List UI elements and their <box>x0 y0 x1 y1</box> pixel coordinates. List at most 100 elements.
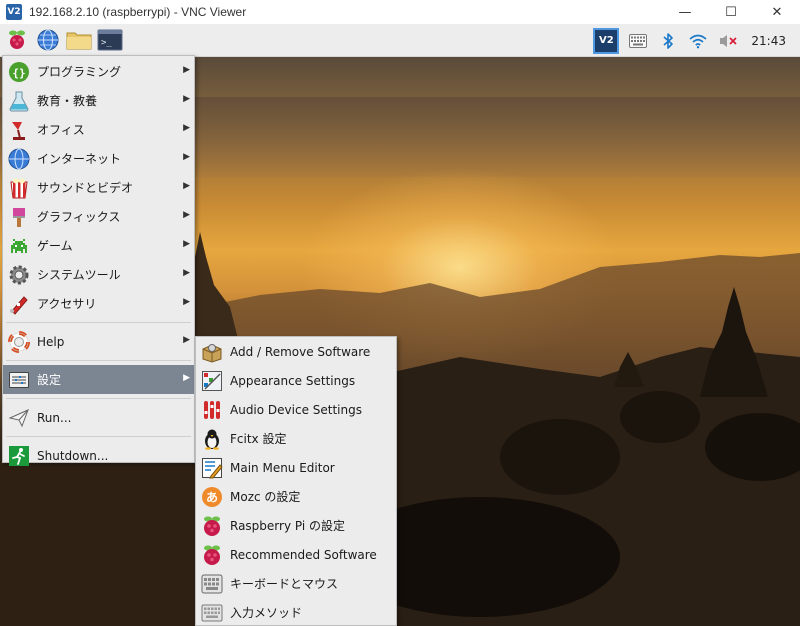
run-icon <box>7 406 31 430</box>
preferences-submenu: Add / Remove Software Appearance Setting… <box>195 336 397 626</box>
menu-item-programming[interactable]: {} プログラミング ▶ <box>3 57 194 86</box>
menu-item-sound-video[interactable]: サウンドとビデオ ▶ <box>3 173 194 202</box>
panel-clock[interactable]: 21:43 <box>743 34 800 48</box>
volume-tray[interactable] <box>713 24 743 57</box>
file-manager-launcher[interactable] <box>65 26 93 54</box>
menu-item-office[interactable]: オフィス ▶ <box>3 115 194 144</box>
menu-item-label: サウンドとビデオ <box>37 181 134 195</box>
main-menu-editor-icon <box>200 456 224 480</box>
svg-text:{}: {} <box>12 66 25 79</box>
submenu-item-label: Mozc の設定 <box>230 490 301 504</box>
window-title: 192.168.2.10 (raspberrypi) - VNC Viewer <box>29 5 247 19</box>
submenu-item-main-menu-editor[interactable]: Main Menu Editor <box>196 453 396 482</box>
menu-item-games[interactable]: ゲーム ▶ <box>3 231 194 260</box>
minimize-button[interactable]: — <box>662 0 708 24</box>
close-button[interactable]: ✕ <box>754 0 800 24</box>
menu-separator <box>6 398 191 399</box>
bluetooth-icon <box>663 32 674 49</box>
svg-text:あ: あ <box>206 490 218 504</box>
submenu-arrow-icon: ▶ <box>183 239 190 249</box>
terminal-launcher[interactable]: >_ <box>96 26 124 54</box>
add-remove-software-icon <box>200 340 224 364</box>
menu-item-shutdown[interactable]: Shutdown... <box>3 441 194 470</box>
accessories-icon <box>7 292 31 316</box>
menu-item-label: オフィス <box>37 123 85 137</box>
fcitx-penguin-icon <box>200 427 224 451</box>
keyboard-tray[interactable] <box>623 24 653 57</box>
games-icon <box>7 234 31 258</box>
office-icon <box>7 118 31 142</box>
submenu-item-label: キーボードとマウス <box>230 577 339 591</box>
help-icon <box>7 330 31 354</box>
submenu-item-keyboard-mouse[interactable]: キーボードとマウス <box>196 569 396 598</box>
menu-separator <box>6 436 191 437</box>
submenu-item-label: Fcitx 設定 <box>230 432 287 446</box>
vnc-server-tray[interactable]: V2 <box>593 24 623 57</box>
menu-item-run[interactable]: Run... <box>3 403 194 432</box>
menu-item-education[interactable]: 教育・教養 ▶ <box>3 86 194 115</box>
menu-item-label: Shutdown... <box>37 448 109 463</box>
submenu-arrow-icon: ▶ <box>183 152 190 162</box>
submenu-item-label: Main Menu Editor <box>230 460 335 475</box>
submenu-item-label: Appearance Settings <box>230 373 356 388</box>
menu-item-preferences[interactable]: 設定 ▶ <box>3 365 194 394</box>
raspberry-pi-config-icon <box>200 514 224 538</box>
wifi-icon <box>689 34 707 48</box>
internet-icon <box>7 147 31 171</box>
submenu-item-mozc-settings[interactable]: あ Mozc の設定 <box>196 482 396 511</box>
submenu-item-raspberry-pi-configuration[interactable]: Raspberry Pi の設定 <box>196 511 396 540</box>
volume-muted-icon <box>720 34 738 47</box>
submenu-arrow-icon: ▶ <box>183 123 190 133</box>
raspberry-menu-button[interactable] <box>3 26 31 54</box>
submenu-item-add-remove-software[interactable]: Add / Remove Software <box>196 337 396 366</box>
submenu-arrow-icon: ▶ <box>183 268 190 278</box>
menu-item-graphics[interactable]: グラフィックス ▶ <box>3 202 194 231</box>
wifi-tray[interactable] <box>683 24 713 57</box>
bluetooth-tray[interactable] <box>653 24 683 57</box>
vnc-viewer-logo-icon: V2 <box>6 4 22 20</box>
submenu-arrow-icon: ▶ <box>183 373 190 383</box>
submenu-item-recommended-software[interactable]: Recommended Software <box>196 540 396 569</box>
taskbar-panel: >_ V2 21:43 <box>0 24 800 57</box>
system-tray: V2 21:43 <box>593 24 800 57</box>
raspberry-menu-icon <box>9 30 25 49</box>
submenu-item-fcitx-settings[interactable]: Fcitx 設定 <box>196 424 396 453</box>
vnc-title-bar[interactable]: V2 192.168.2.10 (raspberrypi) - VNC View… <box>0 0 800 24</box>
submenu-item-label: Audio Device Settings <box>230 402 362 417</box>
menu-item-label: 設定 <box>37 373 62 387</box>
audio-device-settings-icon <box>200 398 224 422</box>
menu-item-label: Help <box>37 334 65 349</box>
menu-item-internet[interactable]: インターネット ▶ <box>3 144 194 173</box>
input-method-icon <box>200 601 224 625</box>
menu-item-accessories[interactable]: アクセサリ ▶ <box>3 289 194 318</box>
submenu-item-label: Raspberry Pi の設定 <box>230 519 345 533</box>
keyboard-icon <box>629 33 648 48</box>
mozc-icon: あ <box>200 485 224 509</box>
menu-item-label: システムツール <box>37 268 121 282</box>
menu-item-label: 教育・教養 <box>37 94 98 108</box>
sound-video-icon <box>7 176 31 200</box>
maximize-button[interactable]: ☐ <box>708 0 754 24</box>
web-browser-launcher[interactable] <box>34 26 62 54</box>
menu-item-label: プログラミング <box>37 65 122 79</box>
recommended-software-icon <box>200 543 224 567</box>
menu-item-label: アクセサリ <box>37 297 97 311</box>
menu-item-label: インターネット <box>37 152 122 166</box>
menu-item-label: ゲーム <box>37 239 73 253</box>
submenu-arrow-icon: ▶ <box>183 210 190 220</box>
window-controls: — ☐ ✕ <box>662 0 800 24</box>
svg-text:>_: >_ <box>101 38 112 48</box>
submenu-item-audio-device-settings[interactable]: Audio Device Settings <box>196 395 396 424</box>
submenu-item-input-method[interactable]: 入力メソッド <box>196 598 396 626</box>
file-manager-icon <box>66 32 92 50</box>
web-browser-icon <box>37 29 59 51</box>
menu-separator <box>6 322 191 323</box>
menu-item-label: グラフィックス <box>37 210 121 224</box>
preferences-icon <box>7 368 31 392</box>
menu-item-system-tools[interactable]: システムツール ▶ <box>3 260 194 289</box>
appearance-settings-icon <box>200 369 224 393</box>
menu-item-help[interactable]: Help ▶ <box>3 327 194 356</box>
submenu-arrow-icon: ▶ <box>183 297 190 307</box>
submenu-item-appearance-settings[interactable]: Appearance Settings <box>196 366 396 395</box>
submenu-item-label: Recommended Software <box>230 547 377 562</box>
